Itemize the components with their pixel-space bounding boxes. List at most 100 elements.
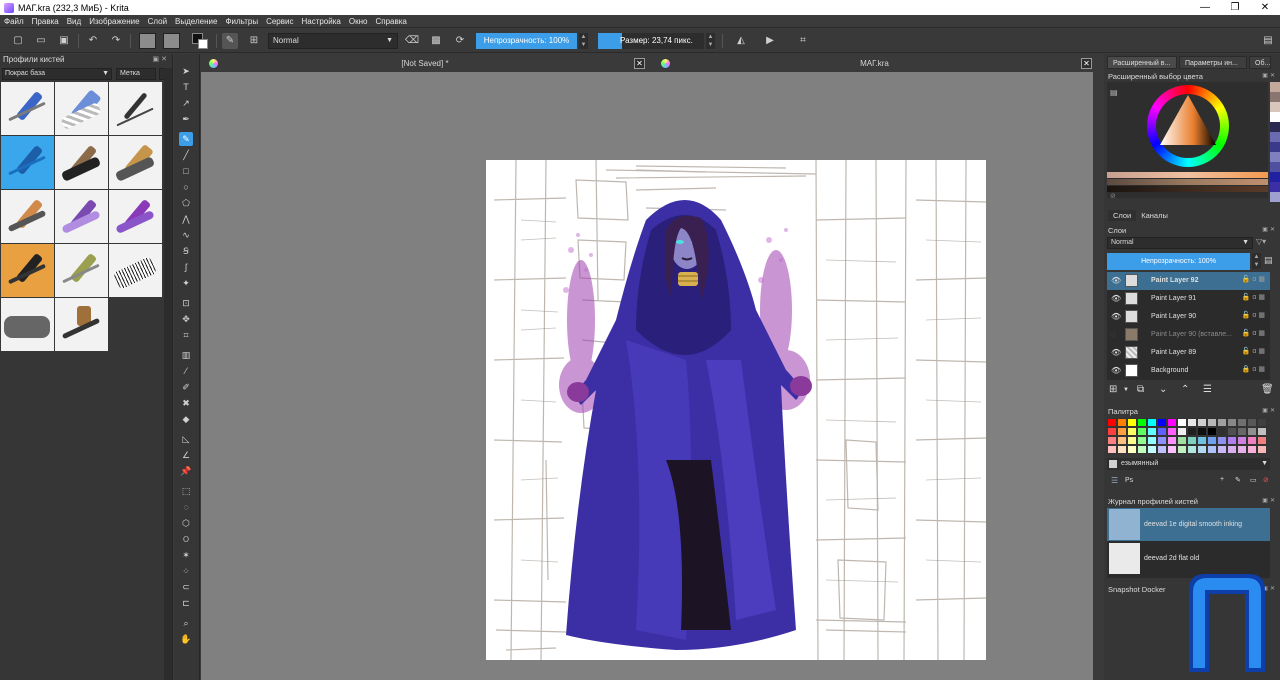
edit-shapes-icon[interactable]: ↗ <box>179 96 193 110</box>
rectangle-tool-icon[interactable]: □ <box>179 164 193 178</box>
zoom-tool-icon[interactable]: ⌕ <box>179 616 193 630</box>
color-history-icon[interactable]: ⊘ <box>1110 192 1116 200</box>
maximize-button[interactable]: ❐ <box>1220 0 1250 15</box>
menu-layer[interactable]: Слой <box>148 17 167 26</box>
layer-flags-icons[interactable]: 🔓α▦ <box>1242 329 1267 337</box>
palette-swatch[interactable] <box>1107 418 1117 427</box>
brush-presets-scrollbar[interactable] <box>164 68 172 680</box>
palette-swatch[interactable] <box>1117 445 1127 454</box>
palette-swatch[interactable] <box>1217 418 1227 427</box>
palette-swatch[interactable] <box>1147 445 1157 454</box>
eye-hidden-icon[interactable]: ◌ <box>1111 330 1116 339</box>
save-icon[interactable]: ▣ <box>56 33 72 49</box>
wrap-around-icon[interactable]: ⌗ <box>795 33 811 49</box>
palette-swatch[interactable] <box>1177 436 1187 445</box>
opacity-slider[interactable]: Непрозрачность: 100% <box>476 33 577 49</box>
brush-preset-watercolor-2[interactable] <box>109 190 162 243</box>
gradient-swatch[interactable] <box>139 33 156 49</box>
palette-swatch[interactable] <box>1167 436 1177 445</box>
layer-row[interactable]: 👁 Paint Layer 89 🔓α▦ <box>1107 344 1270 362</box>
layer-opacity-spin[interactable]: ▲ ▼ <box>1252 253 1261 269</box>
minimize-button[interactable]: — <box>1190 0 1220 15</box>
palette-swatch[interactable] <box>1207 427 1217 436</box>
layer-settings-icon[interactable]: ☰ <box>1203 384 1212 395</box>
layer-row[interactable]: 👁 Paint Layer 90 🔓α▦ <box>1107 308 1270 326</box>
tab-overview[interactable]: Об... <box>1249 56 1271 69</box>
dynamic-brush-icon[interactable]: ʃ <box>179 260 193 274</box>
brush-preset-chalk[interactable] <box>1 298 54 351</box>
tab-not-saved[interactable]: [Not Saved] * ✕ <box>201 56 649 71</box>
palette-swatch[interactable] <box>1137 445 1147 454</box>
palette-swatch[interactable] <box>1167 445 1177 454</box>
menu-view[interactable]: Вид <box>67 17 81 26</box>
open-folder-icon[interactable]: ▭ <box>33 33 49 49</box>
layer-row[interactable]: 👁 Paint Layer 91 🔓α▦ <box>1107 290 1270 308</box>
layer-flags-icons[interactable]: 🔒α▦ <box>1242 365 1267 373</box>
brush-preset-smooth-inking[interactable] <box>1 136 54 189</box>
contiguous-select-icon[interactable]: ✶ <box>179 548 193 562</box>
palette-swatch[interactable] <box>1187 436 1197 445</box>
freehand-brush-icon[interactable]: ✎ <box>179 132 193 146</box>
colorize-mask-icon[interactable]: ✐ <box>179 380 193 394</box>
palette-swatch[interactable] <box>1147 427 1157 436</box>
palette-swatch[interactable] <box>1147 418 1157 427</box>
menu-settings[interactable]: Настройка <box>301 17 340 26</box>
canvas-painting[interactable] <box>486 160 986 660</box>
edit-swatch-icon[interactable]: ✎ <box>1235 476 1241 484</box>
palette-swatch[interactable] <box>1117 427 1127 436</box>
tab-tool-options[interactable]: Параметры ин... <box>1179 56 1247 69</box>
color-gradient-bar-2[interactable] <box>1107 179 1268 185</box>
docker-float-close-icons[interactable]: ▣✕ <box>1262 407 1277 414</box>
transform-tool-icon[interactable]: ⊡ <box>179 296 193 310</box>
recent-colors-strip[interactable] <box>1270 82 1280 202</box>
brush-preset-texture[interactable] <box>109 244 162 297</box>
palette-swatch[interactable] <box>1137 418 1147 427</box>
fg-bg-color-icon[interactable] <box>192 33 212 49</box>
palette-swatch[interactable] <box>1237 445 1247 454</box>
smart-patch-icon[interactable]: ✖ <box>179 396 193 410</box>
close-icon[interactable]: ✕ <box>1081 58 1092 69</box>
layer-row[interactable]: 👁 Background 🔒α▦ <box>1107 362 1270 380</box>
docker-float-close-icons[interactable]: ▣✕ <box>1262 497 1277 504</box>
brush-preset-calligraphy[interactable] <box>109 82 162 135</box>
palette-swatch[interactable] <box>1137 436 1147 445</box>
bezier-tool-icon[interactable]: ∿ <box>179 228 193 242</box>
palette-swatch[interactable] <box>1127 445 1137 454</box>
brush-preset-eraser[interactable] <box>55 82 108 135</box>
layer-properties-icon[interactable]: ▤ <box>1264 255 1273 266</box>
brush-preset-stamp[interactable] <box>55 298 108 351</box>
palette-swatch[interactable] <box>1107 436 1117 445</box>
palette-swatch[interactable] <box>1167 418 1177 427</box>
canvas-vertical-scrollbar[interactable] <box>1093 72 1103 680</box>
text-tool-icon[interactable]: T <box>179 80 193 94</box>
assistant-tool-icon[interactable]: ◺ <box>179 432 193 446</box>
palette-swatch[interactable] <box>1247 436 1257 445</box>
tab-channels[interactable]: Каналы <box>1136 210 1173 221</box>
palette-swatch[interactable] <box>1167 427 1177 436</box>
brush-preset-watercolor-1[interactable] <box>55 190 108 243</box>
bezier-select-icon[interactable]: ⊂ <box>179 580 193 594</box>
palette-swatch[interactable] <box>1257 436 1267 445</box>
palette-swatch[interactable] <box>1137 427 1147 436</box>
palette-swatch[interactable] <box>1217 445 1227 454</box>
palette-swatch[interactable] <box>1107 427 1117 436</box>
palette-swatch[interactable] <box>1157 436 1167 445</box>
palette-swatch[interactable] <box>1257 445 1267 454</box>
freehand-select-icon[interactable]: ଠ <box>179 532 193 546</box>
palette-swatch[interactable] <box>1197 445 1207 454</box>
docker-float-close-icons[interactable]: ▣✕ <box>1262 226 1277 233</box>
color-gradient-bar-3[interactable] <box>1107 186 1268 192</box>
reference-tool-icon[interactable]: 📌 <box>179 464 193 478</box>
menu-edit[interactable]: Правка <box>32 17 59 26</box>
crop-tool-icon[interactable]: ⌗ <box>179 328 193 342</box>
polyline-tool-icon[interactable]: ⋀ <box>179 212 193 226</box>
layer-filter-icon[interactable]: ▽▾ <box>1256 237 1266 246</box>
brush-tag-combo[interactable]: Покрас база ▼ <box>2 68 112 80</box>
docker-float-close-icons[interactable]: ▣✕ <box>1262 72 1277 79</box>
fill-tool-icon[interactable]: ◆ <box>179 412 193 426</box>
palette-selector[interactable]: езымянный ▼ <box>1107 458 1270 470</box>
freehand-path-icon[interactable]: Ꞩ <box>179 244 193 258</box>
undo-icon[interactable]: ↶ <box>85 33 101 49</box>
calligraphy-icon[interactable]: ✒ <box>179 112 193 126</box>
palette-swatch[interactable] <box>1127 436 1137 445</box>
